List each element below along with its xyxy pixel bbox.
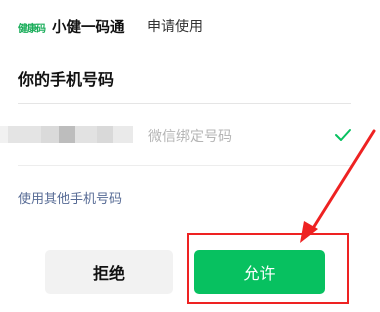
request-text: 申请使用	[147, 19, 203, 35]
app-name: 小健一码通	[52, 20, 125, 36]
reject-button[interactable]: 拒绝	[45, 250, 173, 294]
wechat-bound-number-label[interactable]: 微信绑定号码	[148, 126, 232, 146]
divider	[18, 103, 351, 104]
page-title: 你的手机号码	[18, 70, 115, 89]
annotation-arrow-icon	[300, 129, 376, 243]
use-other-phone-link[interactable]: 使用其他手机号码	[18, 188, 122, 207]
app-logo: 健康码	[18, 24, 46, 35]
masked-phone-number	[0, 126, 145, 143]
